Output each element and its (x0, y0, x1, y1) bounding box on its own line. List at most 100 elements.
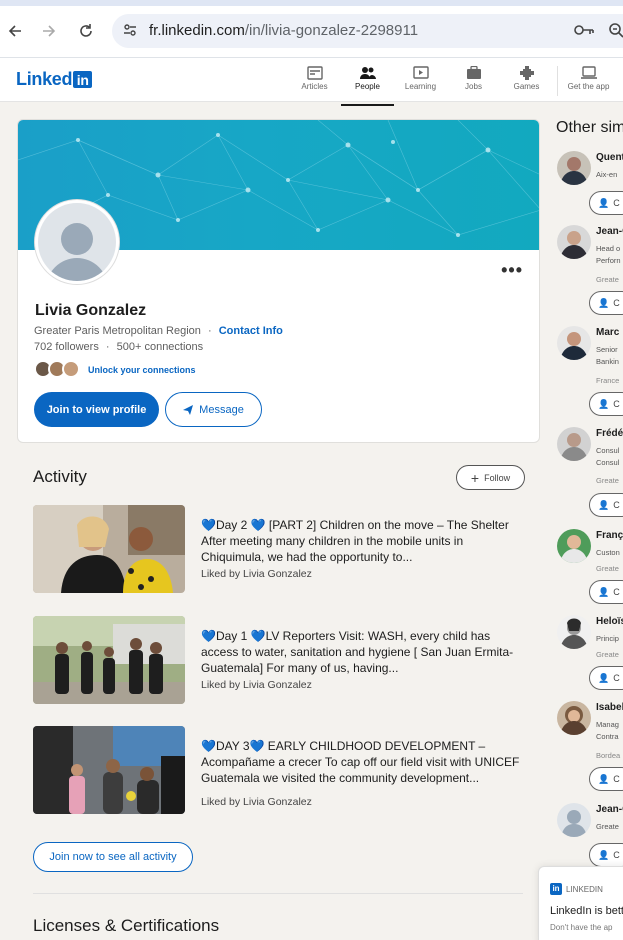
separator-dot: · (105, 341, 110, 353)
address-bar[interactable]: fr.linkedin.com/in/livia-gonzalez-229891… (112, 14, 623, 48)
plus-icon: + (470, 469, 480, 486)
browser-toolbar: fr.linkedin.com/in/livia-gonzalez-229891… (0, 0, 623, 58)
back-arrow-icon[interactable] (2, 18, 28, 44)
join-to-view-profile-button[interactable]: Join to view profile (34, 392, 159, 427)
follow-button-label: Follow (484, 472, 511, 483)
add-person-icon: 👤 (598, 849, 610, 860)
connect-button[interactable]: 👤 C (589, 843, 623, 867)
connect-button[interactable]: 👤 C (589, 666, 623, 690)
message-button[interactable]: Message (165, 392, 262, 427)
similar-profile-name[interactable]: Jean-C (596, 804, 623, 815)
similar-profile-photo (557, 326, 591, 360)
similar-profile-name[interactable]: Franç (596, 530, 623, 541)
games-icon (519, 64, 535, 82)
post-liked-by: Liked by Livia Gonzalez (201, 568, 312, 580)
nav-get-app-label: Get the app (567, 82, 610, 91)
more-options-button[interactable]: ••• (501, 260, 523, 281)
similar-profile-headline: Custon (596, 548, 620, 557)
profile-avatar (35, 200, 119, 284)
add-person-icon: 👤 (598, 672, 610, 683)
similar-profile-name[interactable]: Jean-C (596, 226, 623, 237)
similar-profile-headline-2: Bankin (596, 357, 619, 366)
nav-people[interactable]: People (341, 64, 394, 106)
similar-profile-photo (557, 615, 591, 649)
similar-profile-photo (557, 427, 591, 461)
nav-get-app[interactable]: Get the app (562, 64, 615, 102)
linkedin-logo[interactable]: Linked in (16, 69, 93, 90)
nav-jobs[interactable]: Jobs (447, 64, 500, 102)
profile-location: Greater Paris Metropolitan Region (34, 325, 201, 337)
nav-articles[interactable]: Articles (288, 64, 341, 102)
similar-profile-location: Greate (596, 564, 619, 573)
connect-button[interactable]: 👤 C (589, 392, 623, 416)
similar-profile-headline: Consul (596, 446, 620, 455)
nav-games[interactable]: Games (500, 64, 553, 102)
followers-count: 702 followers (34, 341, 99, 353)
similar-profile-headline: Head o (596, 244, 621, 253)
connect-label: C (613, 198, 620, 208)
similar-profile-photo (557, 151, 591, 185)
activity-post[interactable]: 💙Day 2 💙 [PART 2] Children on the move –… (33, 505, 525, 595)
unlock-connections-link[interactable]: Unlock your connections (88, 365, 196, 375)
connect-button[interactable]: 👤 C (589, 580, 623, 604)
nav-learning[interactable]: Learning (394, 64, 447, 102)
contact-info-link[interactable]: Contact Info (219, 325, 283, 337)
similar-profile-name[interactable]: Quent (596, 152, 623, 163)
logo-in-badge: in (73, 71, 93, 88)
see-all-activity-button[interactable]: Join now to see all activity (33, 842, 193, 872)
activity-post[interactable]: 💙DAY 3💙 EARLY CHILDHOOD DEVELOPMENT – Ac… (33, 726, 525, 816)
profile-name: Livia Gonzalez (35, 302, 147, 319)
section-divider (33, 893, 523, 894)
similar-profile-headline: Manag (596, 720, 619, 729)
learning-icon (412, 64, 429, 82)
connect-button[interactable]: 👤 C (589, 191, 623, 215)
password-key-icon[interactable] (574, 23, 594, 42)
nav-divider (557, 66, 558, 96)
separator-dot: · (207, 325, 212, 337)
connect-button[interactable]: 👤 C (589, 493, 623, 517)
similar-profile-headline-2: Consul (596, 458, 620, 467)
forward-arrow-icon[interactable] (36, 18, 62, 44)
similar-profile-headline: Senior (596, 345, 618, 354)
connect-label: C (613, 673, 620, 683)
url-text: fr.linkedin.com/in/livia-gonzalez-229891… (149, 22, 419, 39)
articles-icon (306, 64, 323, 82)
reload-icon[interactable] (73, 18, 99, 44)
people-icon (359, 64, 376, 82)
app-promo-popup[interactable]: in LINKEDIN LinkedIn is bett Don't have … (538, 866, 623, 940)
connect-label: C (613, 298, 620, 308)
connect-button[interactable]: 👤 C (589, 291, 623, 315)
post-text: 💙Day 2 💙 [PART 2] Children on the move –… (201, 518, 509, 564)
connect-label: C (613, 587, 620, 597)
similar-profile-name[interactable]: Frédé (596, 428, 623, 439)
nav-people-label: People (355, 82, 380, 91)
default-avatar-icon (38, 203, 116, 281)
activity-post[interactable]: 💙Day 1 💙LV Reporters Visit: WASH, every … (33, 616, 525, 706)
connect-label: C (613, 850, 620, 860)
top-nav: Articles People Learning Jobs Games Get … (288, 64, 615, 106)
add-person-icon: 👤 (598, 297, 610, 308)
default-avatar-icon (557, 803, 591, 837)
nav-learning-label: Learning (404, 82, 437, 91)
similar-profile-name[interactable]: Isabel (596, 702, 623, 713)
connection-avatars[interactable] (34, 360, 80, 378)
similar-profile-headline-2: Contra (596, 732, 619, 741)
logo-text: Linked (16, 69, 73, 89)
post-image (33, 616, 185, 704)
similar-profile-photo (557, 529, 591, 563)
similar-profile-location: Greate (596, 476, 619, 485)
licenses-title: Licenses & Certifications (33, 916, 220, 935)
similar-profile-name[interactable]: Heloïs (596, 616, 623, 627)
similar-profile-name[interactable]: Marc (596, 327, 619, 338)
similar-profile-headline-2: Perforn (596, 256, 621, 265)
connect-button[interactable]: 👤 C (589, 767, 623, 791)
zoom-icon[interactable] (608, 22, 623, 43)
popup-brand-label: LINKEDIN (566, 884, 603, 894)
post-image (33, 505, 185, 593)
follow-button[interactable]: + Follow (456, 465, 525, 490)
post-liked-by: Liked by Livia Gonzalez (201, 796, 312, 808)
site-settings-icon[interactable] (122, 22, 138, 43)
activity-title: Activity (33, 467, 87, 486)
similar-profile-photo (557, 701, 591, 735)
profile-stats-line: 702 followers · 500+ connections (34, 341, 203, 353)
